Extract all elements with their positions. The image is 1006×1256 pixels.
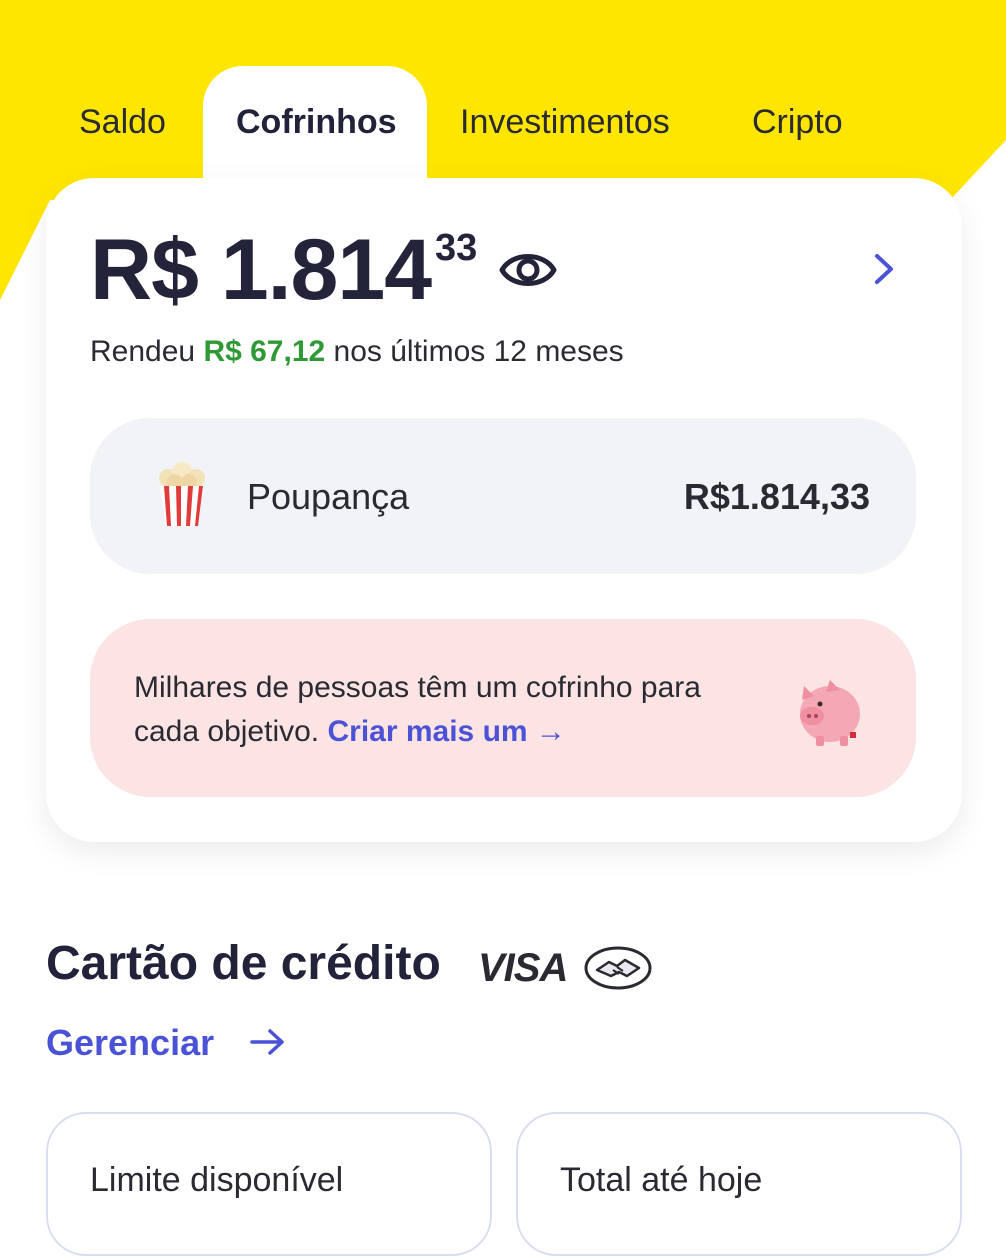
- chevron-right-icon[interactable]: [870, 252, 898, 286]
- eye-icon[interactable]: [498, 244, 558, 296]
- yield-suffix: nos últimos 12 meses: [333, 335, 624, 368]
- balance-cents: 33: [435, 227, 478, 269]
- savings-item-value: R$1.814,33: [683, 476, 870, 517]
- total-to-date-label: Total até hoje: [560, 1161, 763, 1199]
- yield-amount: R$ 67,12: [203, 335, 326, 368]
- tab-cripto[interactable]: Cripto: [752, 100, 843, 144]
- tab-saldo[interactable]: Saldo: [79, 100, 166, 144]
- piggy-bank-icon: [800, 680, 860, 746]
- yield-summary: Rendeu R$ 67,12 nos últimos 12 meses: [90, 332, 624, 372]
- balance-amount: R$ 1.814 33: [90, 222, 477, 318]
- balance-main: R$ 1.814: [90, 222, 432, 318]
- yield-prefix: Rendeu: [90, 335, 196, 368]
- create-savings-link[interactable]: Criar mais um →: [327, 715, 565, 748]
- popcorn-icon: [159, 462, 205, 526]
- available-limit-label: Limite disponível: [90, 1161, 344, 1199]
- tab-bar: Saldo Cofrinhos Investimentos Cripto: [0, 0, 1006, 196]
- tab-investimentos[interactable]: Investimentos: [460, 100, 670, 144]
- handshake-logo-icon: [584, 946, 652, 990]
- savings-item-name: Poupança: [247, 476, 410, 517]
- tab-cofrinhos[interactable]: Cofrinhos: [236, 100, 397, 144]
- arrow-right-icon[interactable]: [248, 1026, 288, 1058]
- visa-logo: VISA: [478, 946, 568, 990]
- credit-card-title: Cartão de crédito: [46, 937, 441, 990]
- manage-card-link[interactable]: Gerenciar: [46, 1020, 214, 1066]
- promo-text: Milhares de pessoas têm um cofrinho para…: [134, 666, 754, 754]
